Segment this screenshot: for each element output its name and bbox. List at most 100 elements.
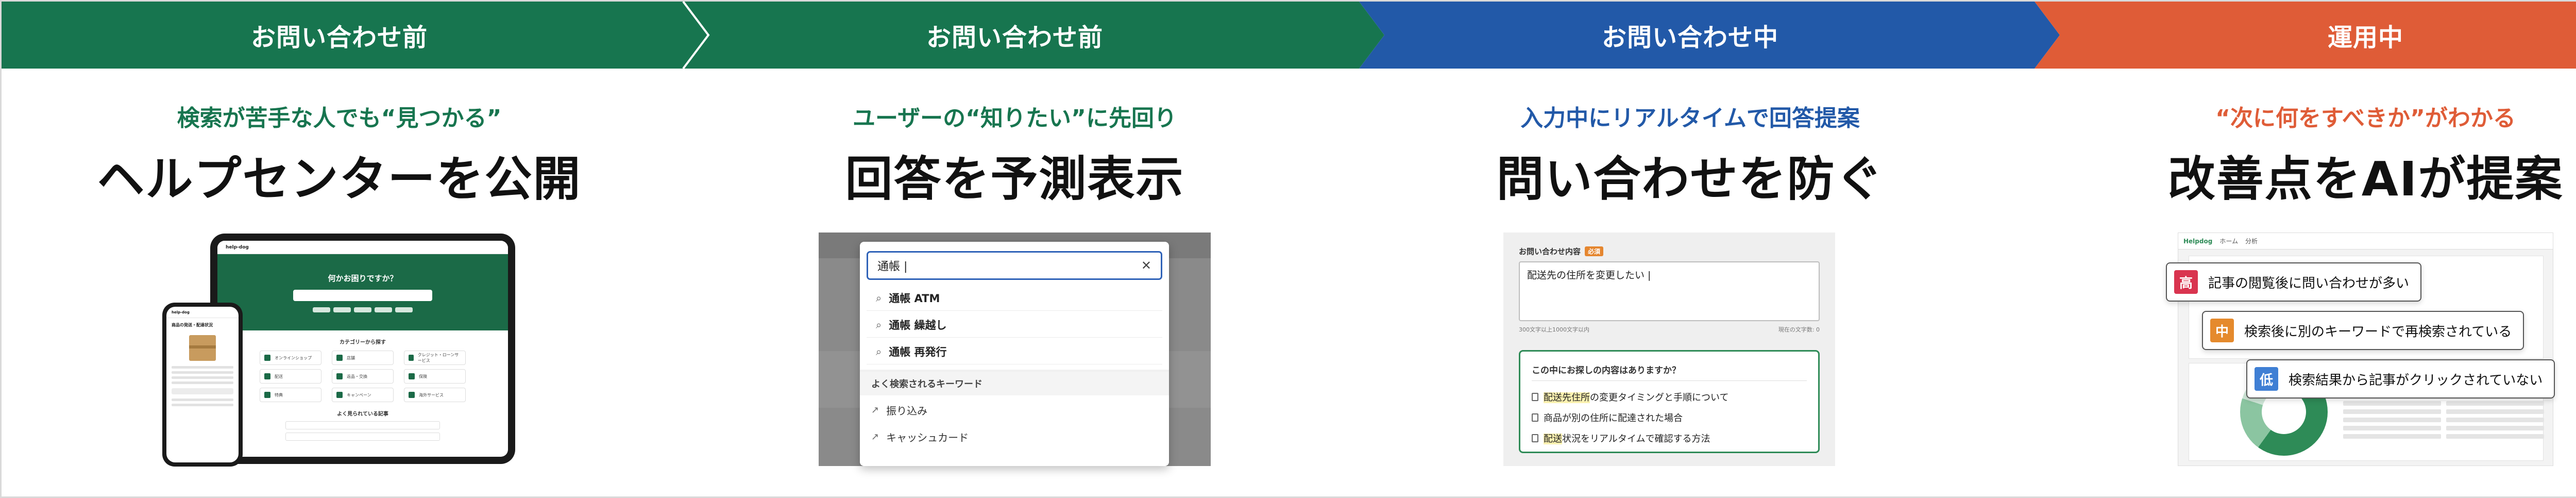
search-dropdown: 通帳 | ✕ ⌕ 通帳 ATM ⌕ 通帳 繰越し ⌕ 通帳 再発行 よく検索されるキー… xyxy=(860,242,1169,466)
helpcenter-hero-title: 何かお困りですか？ xyxy=(328,273,398,283)
keyword-item[interactable]: ↗ キャッシュカード xyxy=(871,425,969,448)
category-label: 海外サービス xyxy=(419,392,444,397)
tab-home[interactable]: ホーム xyxy=(2219,237,2238,245)
article-text: の変更タイミングと手順について xyxy=(1590,392,1729,403)
phone-button[interactable] xyxy=(172,388,233,394)
chip[interactable] xyxy=(354,307,371,312)
chip[interactable] xyxy=(333,307,351,312)
alert-text: 検索後に別のキーワードで再検索されている xyxy=(2244,324,2512,340)
step-3-subtitle: 入力中にリアルタイムで回答提案 xyxy=(1520,105,1860,131)
category-label: 店舗 xyxy=(347,355,355,360)
inquiry-label: お問い合わせ内容 必須 xyxy=(1519,246,1604,257)
autocomplete-screenshot: 通帳 | ✕ ⌕ 通帳 ATM ⌕ 通帳 繰越し ⌕ 通帳 再発行 よく検索されるキー… xyxy=(819,233,1211,466)
phone-header: help-dog xyxy=(166,307,239,318)
priority-badge-high: 高 xyxy=(2174,270,2198,294)
inquiry-form-screenshot: お問い合わせ内容 必須 配送先の住所を変更したい | 300文字以上1000文字… xyxy=(1503,233,1835,466)
step-2-headline: 回答を予測表示 xyxy=(845,152,1184,207)
inquiry-textarea[interactable]: 配送先の住所を変更したい | xyxy=(1519,261,1820,321)
keywords-header: よく検索されるキーワード xyxy=(860,372,1169,395)
alert-low[interactable]: 低 検索結果から記事がクリックされていない xyxy=(2246,359,2555,399)
text-line xyxy=(172,366,233,369)
helpcenter-search-input[interactable] xyxy=(293,289,432,301)
category-icon xyxy=(336,373,343,379)
keyword-item[interactable]: ↗ 振り込み xyxy=(871,399,927,421)
suggestion-label: 通帳 繰越し xyxy=(889,319,947,331)
package-icon xyxy=(189,335,216,361)
step-4-label: 運用中 xyxy=(2327,23,2403,52)
search-query: 通帳 | xyxy=(877,260,908,273)
category-grid: オンラインショップ 店舗 クレジット・ローンサービス 配送 返品・交換 保険 特… xyxy=(217,351,508,402)
alert-high[interactable]: 高 記事の閲覧後に問い合わせが多い xyxy=(2166,262,2422,302)
tablet-mockup: help-dog 何かお困りですか？ カテゴリーから探す オンラインショップ 店… xyxy=(210,234,515,464)
category-label: 配送 xyxy=(275,374,283,379)
category-card[interactable]: 配送 xyxy=(260,369,321,384)
category-card[interactable]: 店舗 xyxy=(332,351,394,365)
suggestion-item[interactable]: ⌕ 通帳 繰越し xyxy=(867,312,1162,338)
clear-icon[interactable]: ✕ xyxy=(1141,258,1151,273)
category-label: オンラインショップ xyxy=(275,355,312,360)
category-card[interactable]: キャンペーン xyxy=(332,388,394,402)
category-card[interactable]: 特典 xyxy=(260,388,321,402)
chip[interactable] xyxy=(375,307,392,312)
step-2-label: お問い合わせ前 xyxy=(926,23,1103,52)
step-4-subtitle: “次に何をすべきか”がわかる xyxy=(2215,105,2516,131)
step-1-headline: ヘルプセンターを公開 xyxy=(97,152,582,207)
suggestion-label: 通帳 再発行 xyxy=(889,345,947,358)
chip[interactable] xyxy=(395,307,413,312)
keyword-label: キャッシュカード xyxy=(886,431,969,444)
step-3-column: 入力中にリアルタイムで回答提案 問い合わせを防ぐ お問い合わせ内容 必須 配送先… xyxy=(1352,69,2028,498)
flow-panel: お問い合わせ前 お問い合わせ前 お問い合わせ中 運用中 検索が苦手な人でも“見つ… xyxy=(0,0,2576,498)
suggested-article[interactable]: 商品が別の住所に配達された場合 xyxy=(1532,408,1683,427)
highlight-text: 配送先住所 xyxy=(1544,392,1590,403)
suggestion-item[interactable]: ⌕ 通帳 再発行 xyxy=(867,339,1162,364)
step-3-headline: 問い合わせを防ぐ xyxy=(1496,152,1884,207)
category-icon xyxy=(409,392,415,398)
tab-analytics[interactable]: 分析 xyxy=(2245,237,2258,245)
category-icon xyxy=(409,373,415,379)
divider xyxy=(1532,380,1807,381)
helpcenter-header: help-dog xyxy=(217,241,508,254)
category-label: 保険 xyxy=(419,374,427,379)
char-count: 現在の文字数: 0 xyxy=(1778,326,1820,333)
article-text: 商品が別の住所に配達された場合 xyxy=(1544,413,1683,424)
category-card[interactable]: 保険 xyxy=(404,369,466,384)
priority-badge-medium: 中 xyxy=(2210,319,2234,342)
step-2-subtitle: ユーザーの“知りたい”に先回り xyxy=(853,105,1177,131)
suggestion-label: 通帳 ATM xyxy=(889,292,940,305)
category-card[interactable]: クレジット・ローンサービス xyxy=(404,351,466,365)
dashboard-header: Helpdog ホーム 分析 xyxy=(2178,233,2553,250)
step-1-column: 検索が苦手な人でも“見つかる” ヘルプセンターを公開 help-dog 何かお困… xyxy=(2,69,677,498)
category-icon xyxy=(264,373,270,379)
highlight-text: 配送 xyxy=(1544,434,1562,444)
text-line xyxy=(172,376,233,379)
alert-medium[interactable]: 中 検索後に別のキーワードで再検索されている xyxy=(2202,311,2524,350)
category-title: カテゴリーから探す xyxy=(340,340,386,345)
faq-item[interactable] xyxy=(285,433,440,441)
phone-screen: help-dog 商品の発送・配達状況 xyxy=(166,307,239,462)
suggestion-item[interactable]: ⌕ 通帳 ATM xyxy=(867,285,1162,311)
faq-list xyxy=(285,421,440,441)
keyword-label: 振り込み xyxy=(886,404,928,417)
category-card[interactable]: 返品・交換 xyxy=(332,369,394,384)
search-icon: ⌕ xyxy=(876,318,882,331)
step-4-column: “次に何をすべきか”がわかる 改善点をAIが提案 Helpdog ホーム 分析 … xyxy=(2028,69,2576,498)
category-card[interactable]: オンラインショップ xyxy=(260,351,321,365)
category-icon xyxy=(264,355,270,361)
category-icon xyxy=(264,392,270,398)
category-label: クレジット・ローンサービス xyxy=(417,353,459,363)
suggestion-question: この中にお探しの内容はありますか？ xyxy=(1532,366,1681,376)
trending-icon: ↗ xyxy=(871,404,879,416)
category-card[interactable]: 海外サービス xyxy=(404,388,466,402)
helpcenter-hero: 何かお困りですか？ xyxy=(217,254,508,330)
chip[interactable] xyxy=(313,307,330,312)
category-icon xyxy=(336,355,343,361)
category-label: 特典 xyxy=(275,392,283,397)
search-input[interactable]: 通帳 | ✕ xyxy=(867,251,1162,280)
category-icon xyxy=(336,392,343,398)
text-line xyxy=(172,404,233,406)
char-limit-note: 300文字以上1000文字以内 xyxy=(1519,326,1589,333)
suggested-article[interactable]: 配送先住所の変更タイミングと手順について xyxy=(1532,388,1728,406)
text-line xyxy=(172,371,233,374)
faq-item[interactable] xyxy=(285,421,440,429)
suggested-article[interactable]: 配送状況をリアルタイムで確認する方法 xyxy=(1532,429,1710,447)
